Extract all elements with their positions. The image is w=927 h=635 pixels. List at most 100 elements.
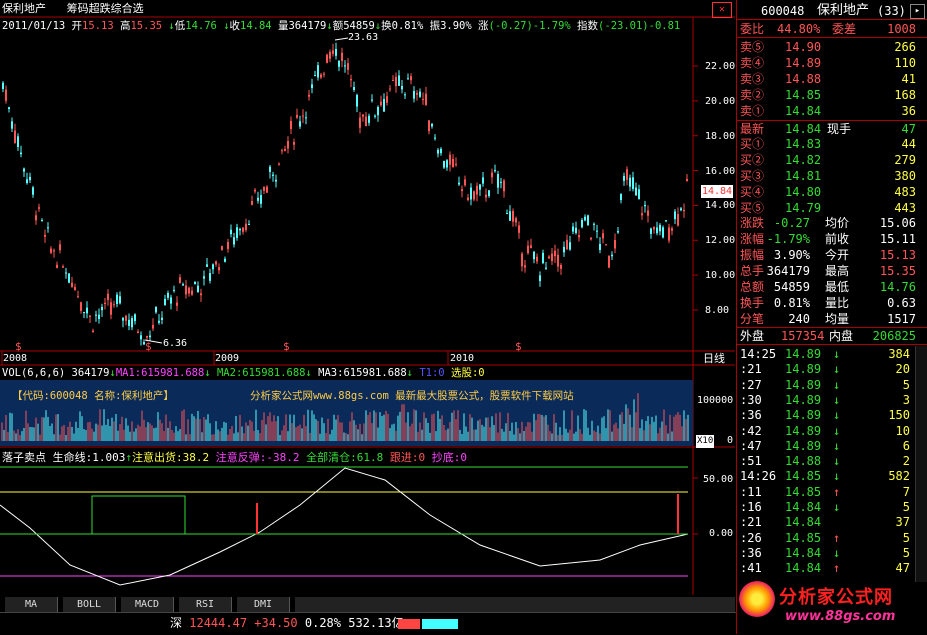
sell-level-label: 卖① xyxy=(740,104,765,118)
candle-body xyxy=(350,79,352,81)
tick-time: :16 xyxy=(740,500,762,514)
amount-label: 额 xyxy=(332,20,344,32)
candle-body xyxy=(41,219,43,221)
candle-body xyxy=(98,314,100,319)
candle-body xyxy=(74,287,76,291)
candle-body xyxy=(11,121,13,129)
candle-body xyxy=(251,201,253,205)
candle-body xyxy=(518,225,520,233)
neipan-label: 内盘 xyxy=(829,329,854,343)
panel-toggle-icon[interactable]: ▸ xyxy=(910,4,925,19)
sell-level-label: 卖④ xyxy=(740,56,765,70)
candle-body xyxy=(524,265,526,268)
indicator-bottom: 抄底:0 xyxy=(431,451,467,464)
tick-direction-icon: ↓ xyxy=(833,438,841,453)
buy-order-row: 买② 14.82 279 xyxy=(737,152,927,168)
candle-body xyxy=(2,82,4,89)
candle-body xyxy=(545,267,547,269)
stat-value: 15.11 xyxy=(879,232,916,246)
candle-body xyxy=(677,214,679,226)
candle-body xyxy=(164,298,166,305)
logo-flower-icon xyxy=(739,581,775,617)
indicator-tick: 0.00 xyxy=(709,528,734,539)
candle-body xyxy=(380,101,382,106)
candle-body xyxy=(596,230,598,232)
candle-body xyxy=(212,264,214,270)
tick-time: :26 xyxy=(740,530,762,545)
candle-body xyxy=(584,216,586,221)
candle-body xyxy=(299,121,301,127)
tick-direction-icon: ↓ xyxy=(833,392,841,407)
close-icon[interactable]: ✕ xyxy=(712,2,732,18)
chart-background xyxy=(0,0,735,595)
volume-tick: 0 xyxy=(727,435,734,446)
stock-chart-area[interactable] xyxy=(0,0,735,595)
tab-rsi[interactable]: RSI xyxy=(179,597,232,612)
tab-dmi[interactable]: DMI xyxy=(237,597,290,612)
tab-macd[interactable]: MACD xyxy=(121,597,174,612)
candle-body xyxy=(668,227,670,241)
candle-body xyxy=(500,181,502,183)
candle-body xyxy=(494,170,496,172)
candle-body xyxy=(638,189,640,199)
candle-body xyxy=(599,244,601,250)
stat-value: 0.81% xyxy=(773,296,810,310)
period-label[interactable]: 日线 xyxy=(703,352,725,365)
stat-row: 振幅 3.90% 今开 15.13 xyxy=(737,247,927,263)
tick-list-scrollbar[interactable] xyxy=(915,346,927,582)
candle-body xyxy=(629,177,631,187)
candle-body xyxy=(290,120,292,130)
indicator-tick: 50.00 xyxy=(703,474,734,485)
tick-volume: 5 xyxy=(902,377,910,392)
vol-value: 364179 xyxy=(288,20,327,32)
turnover-value: 0.81% xyxy=(391,20,424,32)
candle-body xyxy=(347,63,349,70)
candle-body xyxy=(26,179,28,184)
candle-body xyxy=(602,233,604,239)
amplitude-label: 振 xyxy=(429,20,441,32)
candle-body xyxy=(266,186,268,193)
tab-bar-filler xyxy=(295,597,735,612)
candle-body xyxy=(200,293,202,296)
tick-price: 14.89 xyxy=(785,347,822,361)
tick-volume: 10 xyxy=(895,423,910,438)
candle-body xyxy=(278,163,280,165)
ma2-arrow-icon: ↓ xyxy=(305,367,312,379)
candle-body xyxy=(116,294,118,305)
tick-row: :21 14.84 37 xyxy=(737,514,927,530)
lifeline-arrow-icon: ↑ xyxy=(125,451,132,464)
indicator-header: 落子卖点 生命线:1.003↑注意出货:38.2 注意反弹:-38.2 全部清仓… xyxy=(2,451,467,464)
market-breadth-bar xyxy=(398,619,458,629)
candle-body xyxy=(260,195,262,204)
candle-body xyxy=(80,302,82,311)
sell-volume: 41 xyxy=(901,72,916,86)
tick-volume: 47 xyxy=(895,561,910,576)
buy-order-row: 买⑤ 14.79 443 xyxy=(737,200,927,216)
candle-body xyxy=(176,302,178,306)
sell-level-label: 卖③ xyxy=(740,72,765,86)
stat-row: 总额 54859 最低 14.76 xyxy=(737,279,927,295)
candle-body xyxy=(284,149,286,151)
candle-body xyxy=(521,253,523,267)
tab-ma[interactable]: MA xyxy=(5,597,58,612)
candle-body xyxy=(227,242,229,250)
tick-row: 14:25 14.89 ↓ 384 xyxy=(737,346,927,362)
high-label: 高 xyxy=(119,20,131,32)
candle-body xyxy=(410,76,412,81)
candle-body xyxy=(356,95,358,107)
sell-price: 14.89 xyxy=(785,56,822,70)
candle-body xyxy=(56,264,58,268)
candle-body xyxy=(236,227,238,238)
tick-price: 14.84 xyxy=(785,561,822,576)
candle-body xyxy=(317,65,319,78)
candle-body xyxy=(77,296,79,298)
buy-volume: 380 xyxy=(894,169,916,183)
candle-body xyxy=(377,106,379,116)
tab-boll[interactable]: BOLL xyxy=(63,597,116,612)
buy-volume: 44 xyxy=(901,137,916,151)
candle-body xyxy=(428,120,430,132)
sell-volume: 110 xyxy=(894,56,916,70)
candle-body xyxy=(329,51,331,59)
candle-body xyxy=(446,160,448,168)
candle-body xyxy=(662,227,664,238)
